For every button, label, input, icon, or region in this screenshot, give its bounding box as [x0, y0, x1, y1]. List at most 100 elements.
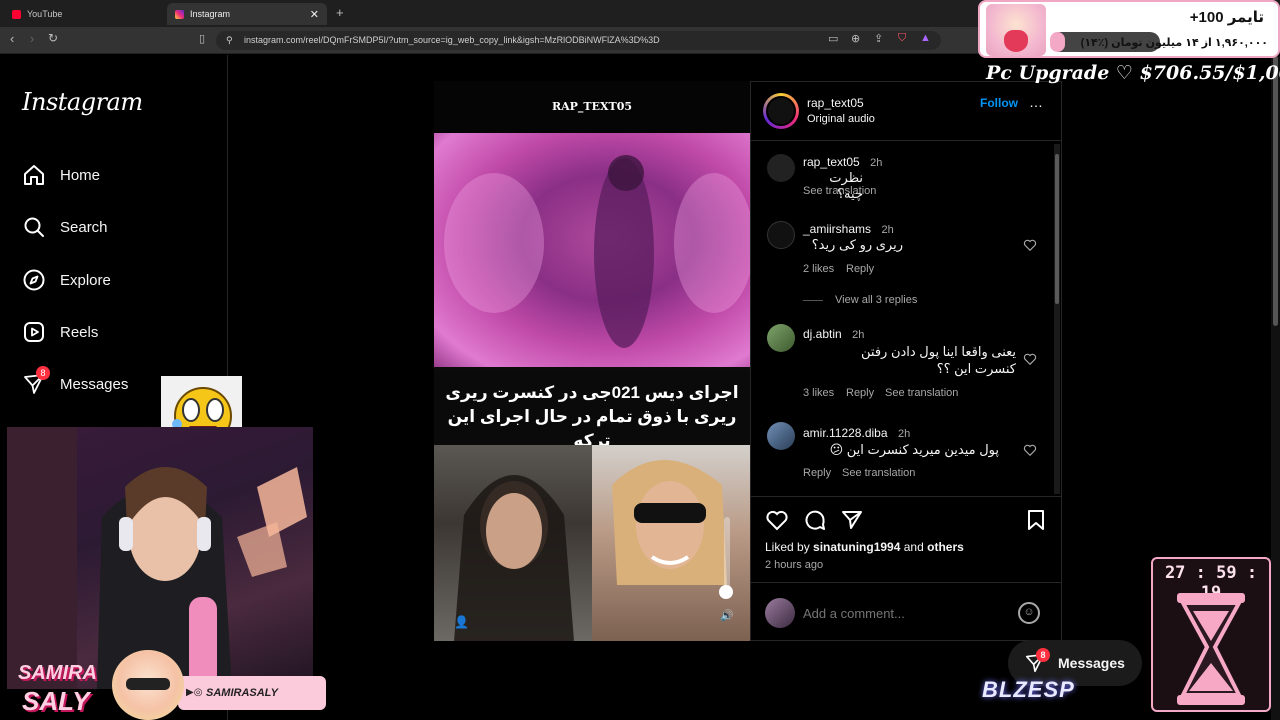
new-tab-button[interactable]: + [336, 5, 344, 20]
post-time: 2 hours ago [765, 559, 824, 571]
reels-icon [24, 322, 44, 342]
close-tab-icon[interactable]: ✕ [310, 8, 319, 21]
reply-button[interactable]: Reply [846, 387, 874, 399]
zoom-icon[interactable]: ⊕ [851, 32, 860, 45]
heart-icon [1004, 30, 1028, 52]
youtube-icon [12, 9, 21, 19]
donation-progress-fill [1050, 32, 1066, 52]
comment-item: _amiirshams 2h [803, 220, 894, 238]
sidebar-item-home[interactable]: Home [22, 163, 100, 187]
author-username[interactable]: rap_text05 [807, 96, 875, 110]
comment-username[interactable]: _amiirshams [803, 222, 871, 236]
streamer-banner: ▶◎ SAMIRASALY SAMIRA SALY [0, 650, 330, 720]
sidebar-item-label: Reels [60, 323, 99, 341]
rewards-icon[interactable]: ▲ [920, 32, 931, 44]
donation-title: تایمر 100+ [1189, 9, 1264, 26]
sidebar-item-messages[interactable]: 8 Messages [22, 366, 128, 396]
volume-knob[interactable] [719, 585, 733, 599]
search-icon [24, 217, 44, 237]
compass-icon [23, 269, 45, 291]
comment-time: 2h [881, 224, 894, 236]
more-options-icon[interactable]: … [1029, 94, 1044, 110]
site-info-icon[interactable]: ⚲ [226, 31, 233, 50]
share-icon[interactable]: ⇪ [874, 32, 883, 45]
scrollbar-thumb[interactable] [1055, 154, 1059, 304]
sidebar-item-label: Search [60, 218, 108, 236]
donation-overlay: تایمر 100+ ۱,۹۶۰,۰۰۰ از ۱۴ میلیون تومان … [978, 0, 1280, 58]
comment-icon[interactable] [803, 508, 827, 532]
bookmark-icon[interactable]: ▯ [199, 32, 205, 45]
divider [751, 582, 1061, 583]
save-icon[interactable] [1025, 508, 1047, 532]
comment-item: amir.11228.diba 2h [803, 424, 910, 442]
audio-label[interactable]: Original audio [807, 113, 875, 125]
sidebar-item-explore[interactable]: Explore [22, 268, 111, 292]
user-tag-icon[interactable]: 👤 [454, 615, 469, 629]
tab-title: Instagram [190, 9, 231, 19]
sidebar-item-label: Home [60, 166, 101, 184]
reply-button[interactable]: Reply [803, 467, 831, 479]
liked-and: and [903, 540, 924, 554]
concert-frame [434, 133, 750, 367]
comment-avatar[interactable] [767, 422, 795, 450]
reel-video[interactable]: RAP_TEXT05 اجرای دیس 021جی در کنسرت ریری… [434, 81, 750, 641]
brave-shield-icon[interactable]: ⛉ [898, 32, 906, 45]
comment-time: 2h [852, 329, 865, 341]
comment-text: پول میدین میرید کنسرت این 😕 [829, 442, 999, 457]
like-icon[interactable] [765, 508, 789, 532]
emoji-picker-icon[interactable]: ☺ [1018, 602, 1040, 624]
liked-others[interactable]: others [927, 540, 964, 554]
sidebar-item-search[interactable]: Search [22, 215, 108, 239]
tab-youtube[interactable]: YouTube [4, 3, 164, 25]
add-comment-input[interactable] [803, 602, 1003, 624]
mascot-avatar [986, 4, 1046, 56]
tab-instagram[interactable]: Instagram ✕ [167, 3, 327, 25]
comment-username[interactable]: amir.11228.diba [803, 426, 888, 440]
replies-line [803, 300, 823, 301]
comment-avatar[interactable] [767, 154, 795, 182]
comment-avatar[interactable] [767, 221, 795, 249]
sidebar-item-reels[interactable]: Reels [22, 320, 98, 344]
media-photo-left: 👤 [434, 445, 592, 641]
reply-button[interactable]: Reply [846, 263, 874, 275]
like-comment-icon[interactable] [1023, 352, 1037, 366]
like-comment-icon[interactable] [1023, 443, 1037, 457]
hourglass-icon [1177, 593, 1245, 705]
pc-upgrade-goal: Pc Upgrade ♡ $706.55/$1,000 [986, 62, 1280, 84]
performer-silhouette [444, 155, 750, 348]
liked-user[interactable]: sinatuning1994 [813, 540, 900, 554]
author-avatar[interactable] [763, 93, 799, 129]
comment-time: 2h [897, 428, 911, 440]
comment-time: 2h [870, 157, 883, 169]
page-scrollbar-thumb[interactable] [1273, 56, 1278, 326]
volume-icon[interactable]: 🔊 [720, 609, 734, 622]
comment-likes[interactable]: 2 likes [803, 263, 834, 275]
share-icon[interactable] [840, 508, 864, 532]
see-translation-link[interactable]: See translation [885, 387, 958, 399]
view-replies-link[interactable]: View all 3 replies [835, 294, 917, 306]
portrait-left [454, 475, 574, 641]
like-comment-icon[interactable] [1023, 238, 1037, 252]
messages-badge: 8 [36, 366, 50, 380]
forward-icon[interactable]: › [30, 31, 34, 46]
tab-title: YouTube [27, 9, 63, 19]
sunglasses-icon [126, 678, 170, 690]
comment-username[interactable]: dj.abtin [803, 327, 842, 341]
page-scrollbar[interactable] [1271, 56, 1280, 720]
messages-label: Messages [1058, 655, 1125, 671]
see-translation-link[interactable]: See translation [842, 467, 915, 479]
back-icon[interactable]: ‹ [10, 31, 14, 46]
comment-username[interactable]: rap_text05 [803, 155, 860, 169]
follow-button[interactable]: Follow [980, 96, 1018, 110]
comment-likes[interactable]: 3 likes [803, 387, 834, 399]
comments-scrollbar[interactable] [1054, 144, 1060, 494]
see-translation-link[interactable]: See translation [803, 185, 876, 197]
instagram-logo[interactable]: Instagram [22, 88, 143, 116]
url-text: instagram.com/reel/DQmFrSMDP5I/?utm_sour… [244, 35, 660, 45]
instagram-icon [175, 9, 184, 19]
comment-avatar[interactable] [767, 324, 795, 352]
divider [751, 140, 1061, 141]
cast-icon[interactable]: ▭ [828, 32, 838, 45]
subathon-timer: 27 : 59 : 19 [1151, 557, 1271, 712]
reload-icon[interactable]: ↻ [48, 31, 58, 45]
